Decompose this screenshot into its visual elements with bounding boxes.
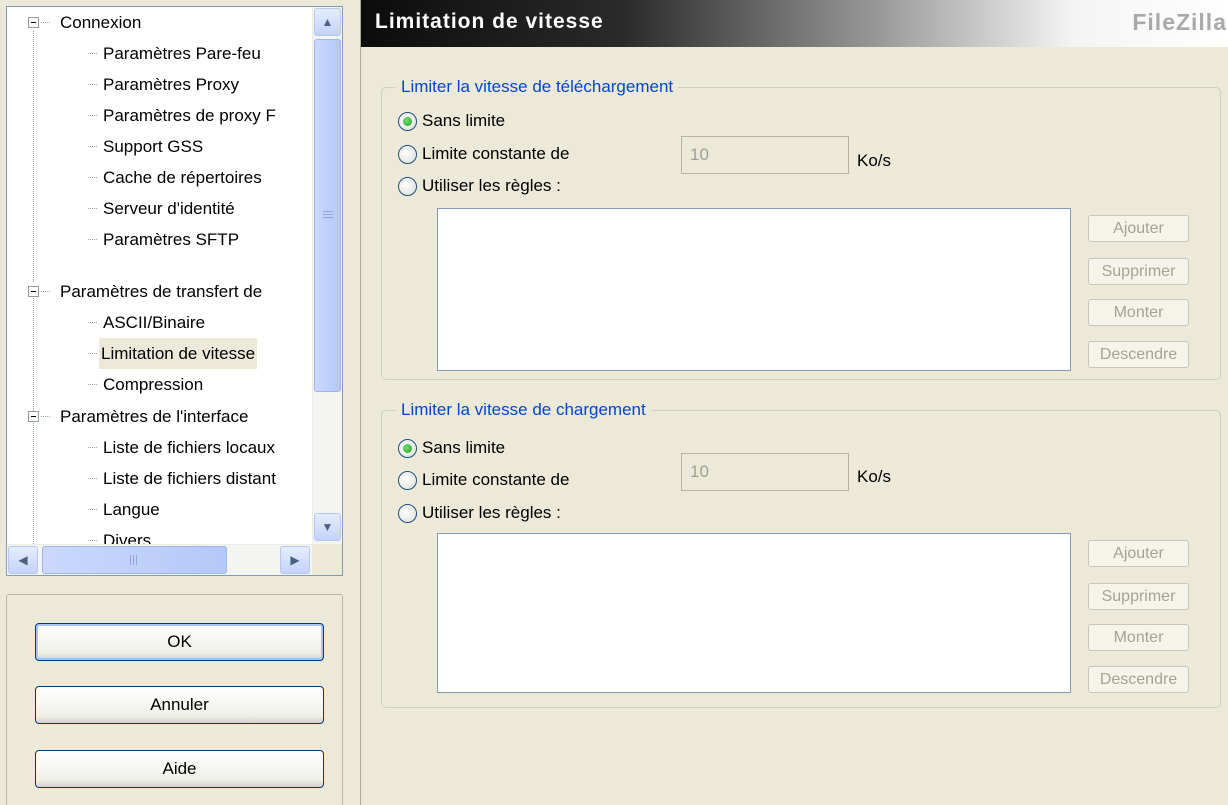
tree-item-ftp-proxy[interactable]: Paramètres de proxy F [7,100,313,131]
tree-item-label: Limitation de vitesse [99,338,258,369]
tree-item-interface-settings[interactable]: Paramètres de l'interface [7,401,313,432]
upload-add-rule-button[interactable]: Ajouter [1088,540,1189,567]
chevron-left-icon: ◀ [18,553,28,567]
upload-unit-label: Ko/s [857,467,892,486]
download-no-limit-label: Sans limite [422,111,506,130]
upload-constant-limit-label: Limite constante de [422,470,570,489]
settings-page: Limitation de vitesse FileZilla Limiter … [360,0,1228,805]
tree-item-label: Liste de fichiers locaux [103,438,275,457]
vertical-scroll-thumb[interactable] [314,39,341,392]
upload-move-up-button[interactable]: Monter [1088,624,1189,651]
download-constant-limit-radio[interactable] [398,144,417,164]
scroll-left-button[interactable]: ◀ [8,546,38,574]
download-limit-input[interactable]: 10 [681,136,849,174]
download-limit-legend: Limiter la vitesse de téléchargement [396,75,679,99]
scroll-right-button[interactable]: ▶ [280,546,310,574]
upload-constant-limit-radio[interactable] [398,470,417,490]
tree-item-label: Serveur d'identité [103,199,235,218]
tree-item-label: Connexion [60,13,142,32]
tree-horizontal-scrollbar[interactable]: ◀ ▶ [7,544,313,575]
upload-limit-group: Limiter la vitesse de chargement Sans li… [381,398,1221,708]
brand-logo-text: FileZilla [1132,9,1227,35]
collapse-icon[interactable] [28,17,39,28]
tree-item-label: Compression [103,375,204,394]
scrollbar-corner [312,544,342,575]
tree-vertical-scrollbar[interactable]: ▲ ▼ [312,7,342,544]
tree-item-label: Divers [103,531,152,544]
scroll-up-button[interactable]: ▲ [314,8,341,36]
tree-item-connexion[interactable]: Connexion [7,7,313,38]
tree-item-label: Paramètres de transfert de [60,282,263,301]
page-title: Limitation de vitesse [375,10,604,33]
download-rules-list[interactable] [437,208,1071,371]
upload-no-limit-radio[interactable] [398,438,417,458]
download-use-rules-label: Utiliser les règles : [422,176,561,195]
tree-item-label: Langue [103,500,160,519]
settings-tree-viewport: Connexion Paramètres Pare-feu Paramètres… [7,7,313,544]
upload-no-limit-label: Sans limite [422,438,506,457]
upload-move-down-button[interactable]: Descendre [1088,666,1189,693]
tree-item-sftp[interactable]: Paramètres SFTP [7,224,313,255]
tree-item-local-filelist[interactable]: Liste de fichiers locaux [7,432,313,463]
tree-item-transfer-settings[interactable]: Paramètres de transfert de [7,276,313,307]
upload-no-limit-option[interactable]: Sans limite [398,435,505,461]
download-limit-group: Limiter la vitesse de téléchargement San… [381,75,1221,380]
download-constant-limit-option[interactable]: Limite constante de [398,141,569,167]
upload-use-rules-option[interactable]: Utiliser les règles : [398,500,561,526]
scroll-down-button[interactable]: ▼ [314,513,341,541]
upload-constant-limit-option[interactable]: Limite constante de [398,467,569,493]
tree-item-label: ASCII/Binaire [103,313,206,332]
download-constant-limit-label: Limite constante de [422,144,570,163]
tree-item-label: Paramètres Pare-feu [103,44,261,63]
upload-use-rules-label: Utiliser les règles : [422,503,561,522]
download-unit-label: Ko/s [857,151,892,170]
page-header: Limitation de vitesse FileZilla [361,0,1228,47]
tree-item-label: Support GSS [103,137,204,156]
tree-item-ident-server[interactable]: Serveur d'identité [7,193,313,224]
collapse-icon[interactable] [28,411,39,422]
ok-button[interactable]: OK [35,623,324,661]
horizontal-scroll-thumb[interactable] [42,546,227,574]
settings-tree[interactable]: Connexion Paramètres Pare-feu Paramètres… [6,6,343,576]
chevron-down-icon: ▼ [321,520,334,534]
tree-item-language[interactable]: Langue [7,494,313,525]
chevron-up-icon: ▲ [321,15,334,29]
upload-use-rules-radio[interactable] [398,503,417,523]
download-remove-rule-button[interactable]: Supprimer [1088,258,1189,285]
upload-limit-input[interactable]: 10 [681,453,849,491]
collapse-icon[interactable] [28,286,39,297]
tree-item-label: Paramètres Proxy [103,75,240,94]
tree-item-label: Paramètres de l'interface [60,407,249,426]
tree-item-compression[interactable]: Compression [7,369,313,400]
tree-item-gss[interactable]: Support GSS [7,131,313,162]
tree-item-dir-cache[interactable]: Cache de répertoires [7,162,313,193]
upload-limit-legend: Limiter la vitesse de chargement [396,398,651,422]
cancel-button[interactable]: Annuler [35,686,324,724]
tree-item-label: Cache de répertoires [103,168,262,187]
dialog-button-group: OK Annuler Aide [6,594,343,805]
tree-item-proxy[interactable]: Paramètres Proxy [7,69,313,100]
tree-item-misc[interactable]: Divers [7,525,313,544]
upload-remove-rule-button[interactable]: Supprimer [1088,583,1189,610]
download-use-rules-radio[interactable] [398,176,417,196]
tree-item-ascii-binary[interactable]: ASCII/Binaire [7,307,313,338]
download-no-limit-option[interactable]: Sans limite [398,108,505,134]
upload-rules-list[interactable] [437,533,1071,693]
download-move-down-button[interactable]: Descendre [1088,341,1189,368]
tree-item-firewall[interactable]: Paramètres Pare-feu [7,38,313,69]
tree-item-label: Paramètres SFTP [103,230,240,249]
tree-item-speed-limits[interactable]: Limitation de vitesse [7,338,313,369]
download-move-up-button[interactable]: Monter [1088,299,1189,326]
download-add-rule-button[interactable]: Ajouter [1088,215,1189,242]
tree-item-label: Liste de fichiers distant [103,469,276,488]
download-no-limit-radio[interactable] [398,111,417,131]
download-use-rules-option[interactable]: Utiliser les règles : [398,173,561,199]
tree-item-remote-filelist[interactable]: Liste de fichiers distant [7,463,313,494]
tree-item-label: Paramètres de proxy F [103,106,276,125]
help-button[interactable]: Aide [35,750,324,788]
chevron-right-icon: ▶ [290,553,300,567]
